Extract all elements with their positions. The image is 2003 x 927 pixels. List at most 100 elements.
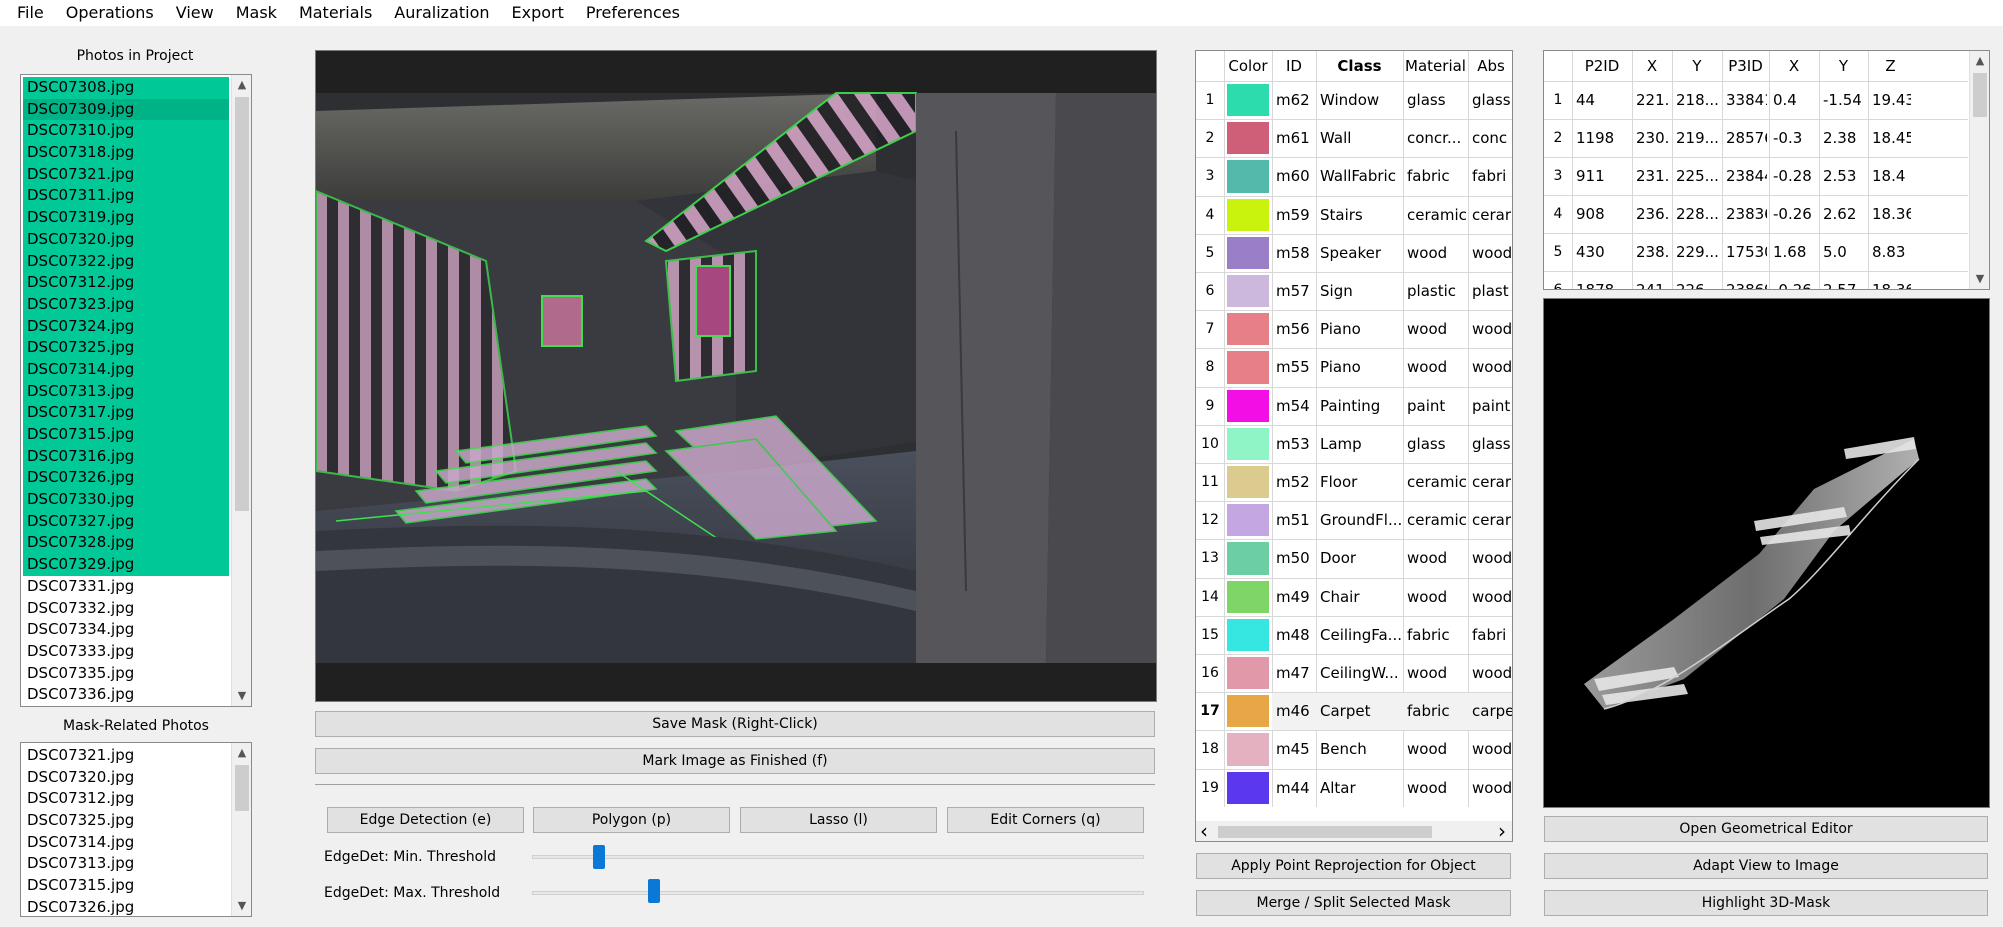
mask-table-header-material[interactable]: Material [1403, 51, 1468, 81]
mask-color-swatch[interactable] [1227, 427, 1269, 460]
mask-cell-id[interactable]: m51 [1276, 501, 1314, 539]
photo-list-item[interactable]: DSC07325.jpg [23, 337, 229, 359]
photo-list-item[interactable]: DSC07334.jpg [23, 619, 229, 641]
photo-list-item[interactable]: DSC07327.jpg [23, 510, 229, 533]
mask-color-swatch[interactable] [1227, 236, 1269, 269]
mask-cell-material[interactable]: fabric [1407, 616, 1466, 654]
points-cell[interactable]: 8.83 [1872, 233, 1911, 271]
photo-list-item[interactable]: DSC07317.jpg [23, 402, 229, 424]
photo-list-item[interactable]: DSC07321.jpg [23, 163, 229, 186]
photo-list-item[interactable]: DSC07336.jpg [23, 684, 229, 706]
scroll-up-icon[interactable]: ▲ [232, 743, 251, 763]
menu-file[interactable]: File [6, 0, 55, 26]
mask-cell-material[interactable]: ceramic [1407, 196, 1466, 234]
points-cell[interactable]: 231.6 [1636, 157, 1670, 195]
mask-color-swatch[interactable] [1227, 466, 1269, 499]
mask-cell-material[interactable]: wood [1407, 348, 1466, 386]
photo-list-item[interactable]: DSC07329.jpg [23, 554, 229, 576]
mask-color-swatch[interactable] [1227, 504, 1269, 537]
photo-list-item[interactable]: DSC07320.jpg [23, 228, 229, 251]
photo-list-item[interactable]: DSC07312.jpg [23, 272, 229, 294]
related-photo-item[interactable]: DSC07321.jpg [23, 745, 229, 767]
mask-cell-id[interactable]: m46 [1276, 692, 1314, 730]
points-cell[interactable]: 33841 [1726, 81, 1767, 119]
mask-row-number[interactable]: 12 [1196, 501, 1224, 539]
points-cell[interactable]: 44 [1576, 81, 1630, 119]
points-row-number[interactable]: 3 [1544, 157, 1572, 195]
menu-operations[interactable]: Operations [55, 0, 165, 26]
mask-cell-abs[interactable]: plast [1472, 272, 1512, 310]
save-mask-button[interactable]: Save Mask (Right-Click) [315, 711, 1155, 737]
points-table-scrollbar[interactable]: ▲ ▼ [1969, 51, 1989, 289]
points-header-2[interactable]: Y [1672, 51, 1722, 81]
mask-cell-abs[interactable]: fabri [1472, 616, 1512, 654]
mask-cell-material[interactable]: plastic [1407, 272, 1466, 310]
points-cell[interactable]: 2.38 [1823, 119, 1866, 157]
mask-cell-id[interactable]: m61 [1276, 119, 1314, 157]
points-cell[interactable]: 226 [1676, 271, 1720, 289]
photo-list-item[interactable]: DSC07335.jpg [23, 663, 229, 685]
mask-color-swatch[interactable] [1227, 389, 1269, 422]
photos-list[interactable]: DSC07308.jpg DSC07309.jpg DSC07310.jpg DSC0… [20, 74, 252, 707]
mask-cell-material[interactable]: wood [1407, 769, 1466, 807]
mask-cell-id[interactable]: m56 [1276, 310, 1314, 348]
mask-color-swatch[interactable] [1227, 275, 1269, 308]
mask-cell-abs[interactable]: glass [1472, 81, 1512, 119]
points-cell[interactable]: 18.4 [1872, 157, 1911, 195]
mask-row-number[interactable]: 8 [1196, 348, 1224, 386]
points-row-number[interactable]: 2 [1544, 119, 1572, 157]
max-threshold-handle[interactable] [648, 879, 661, 903]
points-cell[interactable]: 221.... [1636, 81, 1670, 119]
photo-list-item[interactable]: DSC07331.jpg [23, 576, 229, 598]
mask-cell-abs[interactable]: fabri [1472, 157, 1512, 195]
mask-cell-id[interactable]: m58 [1276, 234, 1314, 272]
mask-cell-abs[interactable]: wood [1472, 539, 1512, 577]
related-photo-item[interactable]: DSC07312.jpg [23, 788, 229, 810]
mask-cell-class[interactable]: Door [1320, 539, 1401, 577]
photo-list-item[interactable]: DSC07314.jpg [23, 358, 229, 381]
menu-auralization[interactable]: Auralization [383, 0, 500, 26]
points-cell[interactable]: 225.... [1676, 157, 1720, 195]
points-row-number[interactable]: 6 [1544, 271, 1572, 289]
mask-cell-abs[interactable]: glass [1472, 425, 1512, 463]
points-cell[interactable]: 1878 [1576, 271, 1630, 289]
mask-cell-abs[interactable]: cerar [1472, 196, 1512, 234]
points-cell[interactable]: 1198 [1576, 119, 1630, 157]
mask-row-number[interactable]: 19 [1196, 769, 1224, 807]
mask-row-number[interactable]: 14 [1196, 578, 1224, 616]
mask-cell-class[interactable]: Floor [1320, 463, 1401, 501]
points-cell[interactable]: 241 [1636, 271, 1670, 289]
mask-cell-class[interactable]: CeilingFa... [1320, 616, 1401, 654]
menu-view[interactable]: View [165, 0, 225, 26]
mask-cell-material[interactable]: glass [1407, 81, 1466, 119]
mask-cell-class[interactable]: Stairs [1320, 196, 1401, 234]
merge-split-mask-button[interactable]: Merge / Split Selected Mask [1196, 890, 1511, 916]
adapt-view-button[interactable]: Adapt View to Image [1544, 853, 1988, 879]
mask-cell-class[interactable]: Piano [1320, 348, 1401, 386]
mask-cell-id[interactable]: m45 [1276, 730, 1314, 768]
points-cell[interactable]: 18.36 [1872, 271, 1911, 289]
mask-cell-material[interactable]: concr... [1407, 119, 1466, 157]
polygon-button[interactable]: Polygon (p) [533, 807, 730, 833]
mask-row-number[interactable]: 13 [1196, 539, 1224, 577]
points-cell[interactable]: 228.... [1676, 195, 1720, 233]
points-cell[interactable]: 5.0 [1823, 233, 1866, 271]
3d-mesh-render[interactable] [1544, 299, 1990, 808]
mask-table-header-class[interactable]: Class [1316, 51, 1403, 81]
mask-cell-material[interactable]: wood [1407, 654, 1466, 692]
mask-cell-material[interactable]: fabric [1407, 692, 1466, 730]
points-cell[interactable]: 18.36 [1872, 195, 1911, 233]
points-row-number[interactable]: 5 [1544, 233, 1572, 271]
mask-cell-class[interactable]: CeilingW... [1320, 654, 1401, 692]
mask-row-number[interactable]: 2 [1196, 119, 1224, 157]
photo-list-item[interactable]: DSC07308.jpg [23, 77, 229, 99]
menu-materials[interactable]: Materials [288, 0, 383, 26]
points-cell[interactable]: -0.26 [1773, 271, 1817, 289]
points-row-number[interactable]: 1 [1544, 81, 1572, 119]
scroll-thumb[interactable] [235, 765, 249, 811]
mask-cell-material[interactable]: wood [1407, 578, 1466, 616]
mask-color-swatch[interactable] [1227, 84, 1269, 117]
points-cell[interactable]: 23836 [1726, 195, 1767, 233]
mask-color-swatch[interactable] [1227, 313, 1269, 346]
related-photo-item[interactable]: DSC07320.jpg [23, 767, 229, 789]
